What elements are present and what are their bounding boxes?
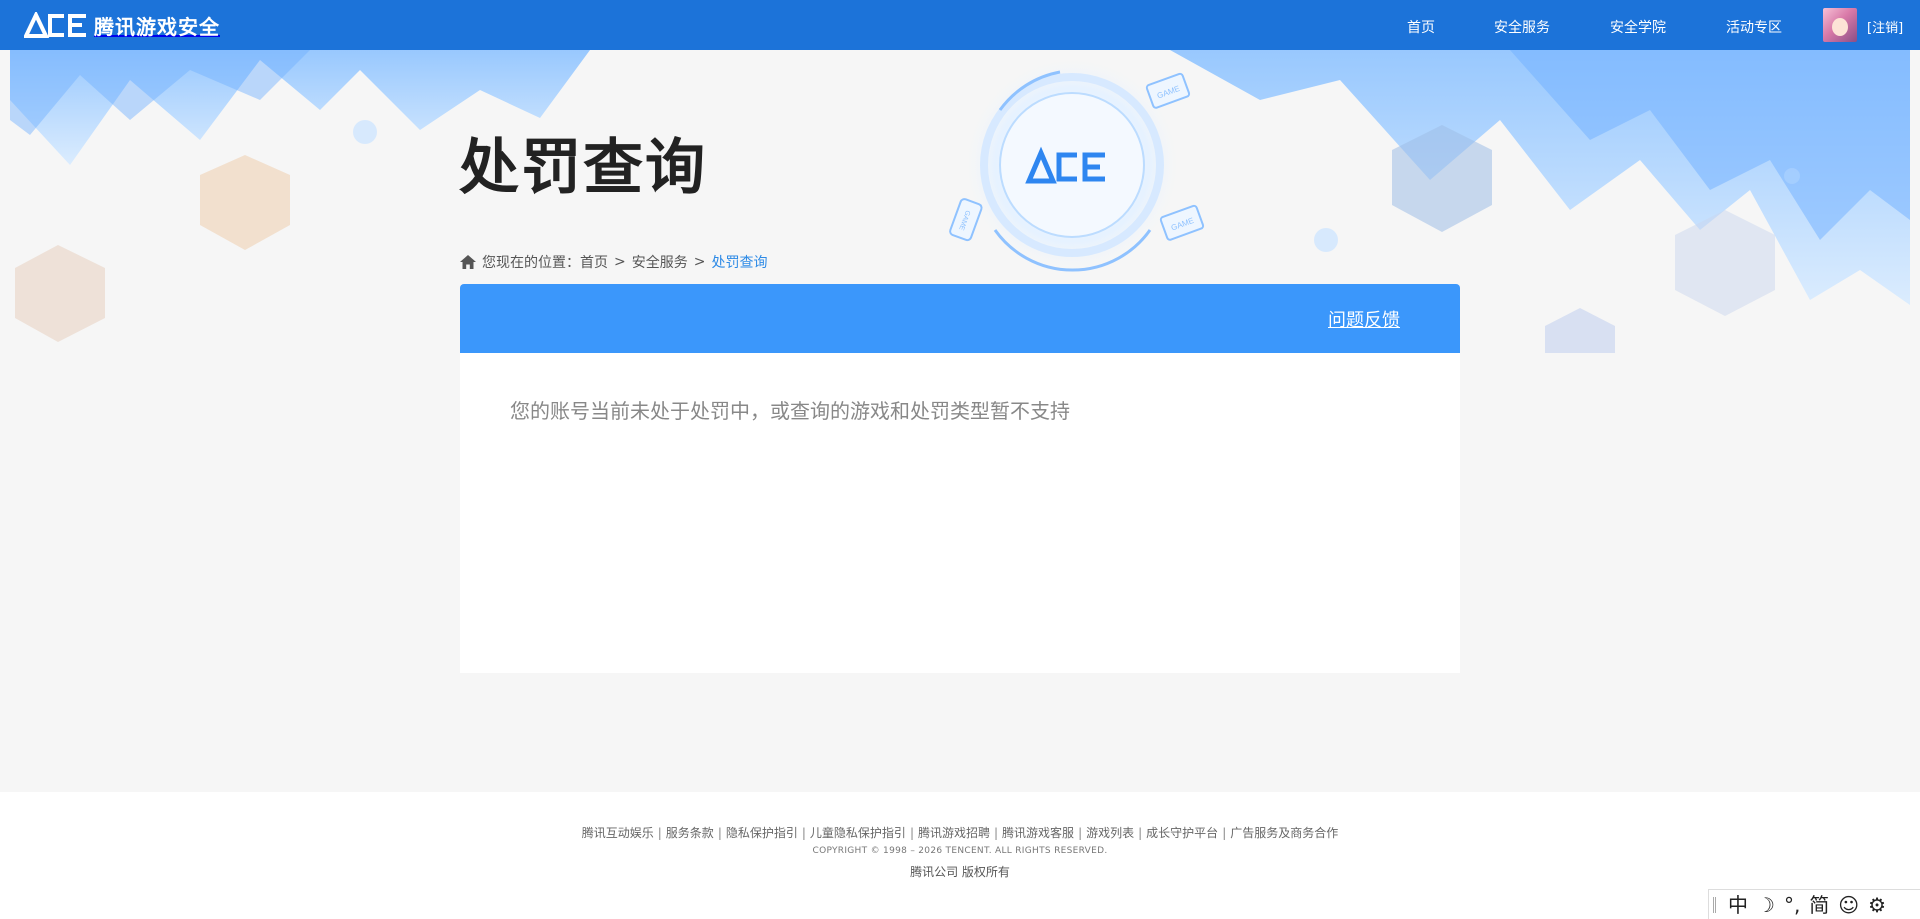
nav-security-services[interactable]: 安全服务 bbox=[1494, 17, 1550, 37]
ime-punctuation-icon[interactable]: °, bbox=[1784, 891, 1800, 919]
site-logo[interactable]: 腾讯游戏安全 bbox=[24, 10, 220, 40]
ime-drag-handle[interactable] bbox=[1713, 896, 1716, 913]
result-panel-body: 您的账号当前未处于处罚中，或查询的游戏和处罚类型暂不支持 bbox=[460, 353, 1460, 673]
result-panel-header: 问题反馈 bbox=[460, 284, 1460, 353]
ime-settings-icon[interactable]: ⚙ bbox=[1868, 891, 1886, 919]
ime-moon-icon[interactable]: ☽ bbox=[1757, 891, 1775, 919]
footer-link-customer-service[interactable]: 腾讯游戏客服 bbox=[1002, 826, 1074, 840]
company-rights: 腾讯公司 版权所有 bbox=[910, 865, 1010, 879]
footer-link-terms[interactable]: 服务条款 bbox=[666, 826, 714, 840]
ime-toolbar: 中 ☽ °, 简 ☺ ⚙ bbox=[1708, 889, 1920, 919]
ime-emoji-icon[interactable]: ☺ bbox=[1838, 891, 1859, 919]
copyright: COPYRIGHT © 1998 – 2026 TENCENT. ALL RIG… bbox=[812, 846, 1108, 856]
footer-link-privacy[interactable]: 隐私保护指引 bbox=[726, 826, 798, 840]
feedback-link[interactable]: 问题反馈 bbox=[1328, 306, 1400, 332]
breadcrumb-prefix: 您现在的位置： bbox=[482, 255, 580, 271]
top-nav-bar: 腾讯游戏安全 首页 安全服务 安全学院 活动专区 [注销] bbox=[0, 0, 1920, 50]
footer-link-tencent-ent[interactable]: 腾讯互动娱乐 bbox=[582, 826, 654, 840]
footer-link-child-privacy[interactable]: 儿童隐私保护指引 bbox=[810, 826, 906, 840]
logout-link[interactable]: [注销] bbox=[1867, 17, 1903, 36]
footer-link-careers[interactable]: 腾讯游戏招聘 bbox=[918, 826, 990, 840]
breadcrumb-separator: > bbox=[614, 254, 626, 270]
breadcrumb-separator: > bbox=[693, 254, 706, 270]
query-result-message: 您的账号当前未处于处罚中，或查询的游戏和处罚类型暂不支持 bbox=[510, 399, 1070, 423]
ace-logo-icon bbox=[24, 12, 86, 38]
nav-security-academy[interactable]: 安全学院 bbox=[1610, 17, 1666, 37]
ime-chinese-mode-icon[interactable]: 中 bbox=[1728, 891, 1748, 919]
breadcrumb-security-services[interactable]: 安全服务 bbox=[632, 252, 688, 272]
footer-links: 腾讯互动娱乐 | 服务条款 | 隐私保护指引 | 儿童隐私保护指引 | 腾讯游戏招聘 | 腾讯游戏客… bbox=[581, 826, 1339, 840]
footer-link-game-list[interactable]: 游戏列表 bbox=[1086, 826, 1134, 840]
page-title: 处罚查询 bbox=[459, 133, 707, 203]
nav-activity-zone[interactable]: 活动专区 bbox=[1726, 17, 1782, 37]
footer-link-ads-business[interactable]: 广告服务及商务合作 bbox=[1230, 826, 1338, 840]
breadcrumb-current: 处罚查询 bbox=[711, 255, 768, 271]
nav-home[interactable]: 首页 bbox=[1407, 17, 1435, 37]
logo-text: 腾讯游戏安全 bbox=[94, 14, 220, 39]
site-footer: 腾讯互动娱乐 | 服务条款 | 隐私保护指引 | 儿童隐私保护指引 | 腾讯游戏招聘 | 腾讯游戏客… bbox=[0, 792, 1920, 919]
ime-simplified-icon[interactable]: 简 bbox=[1809, 891, 1829, 919]
breadcrumb: 您现在的位置： 首页 > 安全服务 > 处罚查询 bbox=[460, 252, 767, 272]
footer-link-growth-guard[interactable]: 成长守护平台 bbox=[1146, 826, 1218, 840]
home-icon bbox=[460, 255, 476, 269]
user-avatar[interactable] bbox=[1823, 8, 1857, 42]
breadcrumb-home[interactable]: 首页 bbox=[580, 252, 608, 272]
